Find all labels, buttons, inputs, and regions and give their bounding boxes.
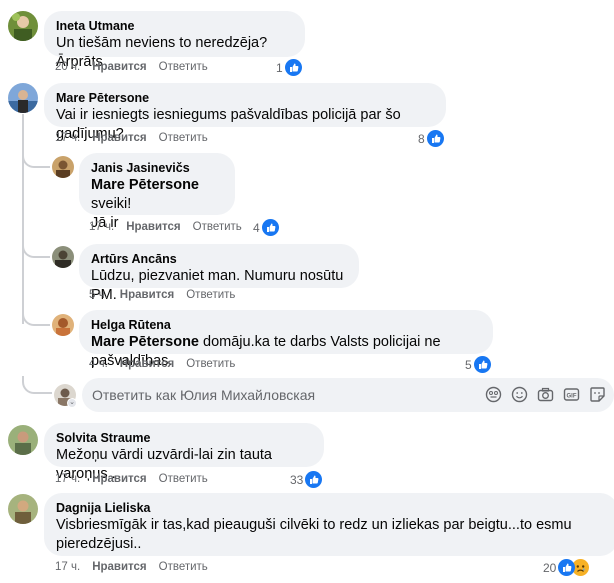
- like-reaction-icon: [473, 356, 491, 373]
- thread-curve: [22, 240, 50, 258]
- emoji-icon[interactable]: [511, 386, 528, 403]
- reply-button[interactable]: Ответить: [193, 221, 242, 233]
- avatar-status-badge: ⌄: [67, 398, 77, 408]
- comment-timestamp[interactable]: 17 ч.: [55, 132, 80, 144]
- reaction-summary[interactable]: 20: [543, 559, 590, 576]
- composer-icons: GIF: [485, 386, 606, 403]
- like-button[interactable]: Нравится: [92, 561, 146, 573]
- avatar[interactable]: [52, 314, 74, 336]
- comment-actions: 20 ч. Нравится Ответить: [55, 61, 208, 73]
- reply-bubble: Helga Rūtena Mare Pētersone domāju.ka te…: [79, 310, 493, 369]
- reaction-summary[interactable]: 4: [253, 219, 279, 236]
- comment-text-line2: pieredzējusi..: [56, 536, 142, 552]
- avatar[interactable]: [8, 83, 38, 113]
- sticker-icon[interactable]: [589, 386, 606, 403]
- like-button[interactable]: Нравится: [92, 473, 146, 485]
- reply-button[interactable]: Ответить: [159, 132, 208, 144]
- gif-icon[interactable]: GIF: [563, 386, 580, 403]
- thread-curve: [22, 308, 50, 326]
- like-button[interactable]: Нравится: [120, 289, 174, 301]
- reply-button[interactable]: Ответить: [159, 561, 208, 573]
- like-button[interactable]: Нравится: [120, 358, 174, 370]
- comment-author[interactable]: Artūrs Ancāns: [91, 251, 347, 267]
- reaction-summary[interactable]: 8: [418, 130, 444, 147]
- comment-actions: 5 ч. Нравится Ответить: [89, 289, 235, 301]
- comment-author[interactable]: Ineta Utmane: [56, 18, 293, 34]
- reply-composer: GIF: [82, 378, 614, 412]
- reaction-count: 20: [543, 560, 557, 575]
- svg-text:GIF: GIF: [567, 394, 577, 400]
- reaction-summary[interactable]: 33: [290, 471, 323, 488]
- reaction-count: 33: [290, 472, 304, 487]
- comment-actions: 4 ч. Нравится Ответить: [89, 358, 235, 370]
- comment-bubble: Ineta Utmane Un tiešām neviens to neredz…: [44, 11, 305, 70]
- camera-icon[interactable]: [537, 386, 554, 403]
- mention-link[interactable]: Mare Pētersone: [91, 177, 199, 193]
- comment-text: Visbriesmīgāk ir tas,kad pieauguši cilvē…: [56, 517, 572, 533]
- comment-timestamp[interactable]: 17 ч.: [89, 221, 114, 233]
- comment-actions: 17 ч. Нравится Ответить: [89, 221, 242, 233]
- comment-actions: 17 ч. Нравится Ответить: [55, 561, 208, 573]
- reaction-count: 5: [465, 357, 472, 372]
- thread-line: [22, 114, 24, 324]
- like-reaction-icon: [284, 59, 302, 76]
- thread-curve: [22, 376, 52, 394]
- reply-bubble: Janis Jasinevičs Mare Pētersone sveiki! …: [79, 153, 235, 231]
- comment-bubble: Solvita Straume Mežoņu vārdi uzvārdi-lai…: [44, 423, 324, 482]
- avatar[interactable]: [8, 425, 38, 455]
- comment-author[interactable]: Dagnija Lieliska: [56, 500, 606, 516]
- mention-link[interactable]: Mare Pētersone: [91, 334, 199, 350]
- reaction-summary[interactable]: 5: [465, 356, 491, 373]
- comment-timestamp[interactable]: 17 ч.: [55, 473, 80, 485]
- reply-button[interactable]: Ответить: [159, 473, 208, 485]
- comment-bubble: Mare Pētersone Vai ir iesniegts iesniegu…: [44, 83, 446, 142]
- comment-bubble: Dagnija Lieliska Visbriesmīgāk ir tas,ka…: [44, 493, 614, 556]
- reaction-count: 4: [253, 220, 260, 235]
- reply-bubble: Artūrs Ancāns Lūdzu, piezvaniet man. Num…: [79, 244, 359, 303]
- comment-timestamp[interactable]: 4 ч.: [89, 358, 108, 370]
- avatar[interactable]: [52, 246, 74, 268]
- avatar[interactable]: [52, 156, 74, 178]
- comment-timestamp[interactable]: 20 ч.: [55, 61, 80, 73]
- comment-actions: 17 ч. Нравится Ответить: [55, 132, 208, 144]
- like-reaction-icon: [305, 471, 323, 488]
- like-reaction-icon: [426, 130, 444, 147]
- sticker-face-icon[interactable]: [485, 386, 502, 403]
- like-reaction-icon: [558, 559, 576, 576]
- reaction-count: 1: [276, 60, 283, 75]
- comment-author[interactable]: Janis Jasinevičs: [91, 160, 223, 176]
- reaction-summary[interactable]: 1: [276, 59, 302, 76]
- like-button[interactable]: Нравится: [92, 61, 146, 73]
- avatar[interactable]: [8, 494, 38, 524]
- comment-timestamp[interactable]: 17 ч.: [55, 561, 80, 573]
- reply-button[interactable]: Ответить: [186, 358, 235, 370]
- like-reaction-icon: [261, 219, 279, 236]
- like-button[interactable]: Нравится: [92, 132, 146, 144]
- reply-input[interactable]: [92, 378, 472, 412]
- avatar[interactable]: [8, 11, 38, 41]
- comment-text: Mare Pētersone sveiki!: [91, 177, 199, 212]
- comment-timestamp[interactable]: 5 ч.: [89, 289, 108, 301]
- comment-author[interactable]: Solvita Straume: [56, 430, 312, 446]
- thread-curve: [22, 150, 50, 168]
- comment-author[interactable]: Mare Pētersone: [56, 90, 434, 106]
- comment-actions: 17 ч. Нравится Ответить: [55, 473, 208, 485]
- reaction-count: 8: [418, 131, 425, 146]
- reply-button[interactable]: Ответить: [159, 61, 208, 73]
- comment-author[interactable]: Helga Rūtena: [91, 317, 481, 333]
- reply-button[interactable]: Ответить: [186, 289, 235, 301]
- like-button[interactable]: Нравится: [126, 221, 180, 233]
